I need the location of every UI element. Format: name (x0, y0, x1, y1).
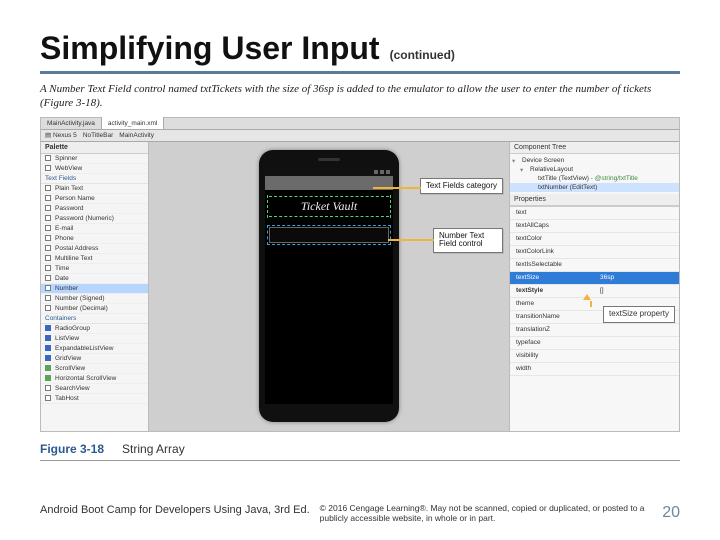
palette-item[interactable]: TabHost (41, 394, 148, 404)
right-pane: Component Tree ▾Device Screen ▾RelativeL… (509, 142, 679, 431)
theme-selector[interactable]: NoTitleBar (83, 132, 113, 139)
palette-group-text-fields[interactable]: Text Fields (41, 174, 148, 184)
palette-group-containers[interactable]: Containers (41, 314, 148, 324)
property-row[interactable]: textIsSelectable (510, 259, 679, 272)
palette-item[interactable]: GridView (41, 354, 148, 364)
property-row[interactable]: text (510, 207, 679, 220)
palette-item[interactable]: Phone (41, 234, 148, 244)
property-row[interactable]: textColor (510, 233, 679, 246)
property-row[interactable]: visibility (510, 350, 679, 363)
component-tree-title: Component Tree (510, 142, 679, 154)
footer-book-title: Android Boot Camp for Developers Using J… (40, 504, 310, 516)
callout-textsize-property: textSize property (603, 306, 675, 323)
property-row[interactable]: translationZ (510, 324, 679, 337)
status-bar (265, 168, 393, 176)
title-rule (40, 71, 680, 74)
palette-item[interactable]: Horizontal ScrollView (41, 374, 148, 384)
number-text-field[interactable] (269, 227, 389, 243)
figure-caption: A Number Text Field control named txtTic… (40, 82, 680, 111)
property-row[interactable]: textColorLink (510, 246, 679, 259)
palette-item[interactable]: Person Name (41, 194, 148, 204)
figure-number: Figure 3-18 (40, 442, 104, 456)
palette-item[interactable]: Date (41, 274, 148, 284)
palette-item[interactable]: SearchView (41, 384, 148, 394)
ide-screenshot: MainActivity.java activity_main.xml ▤ Ne… (40, 117, 680, 432)
component-tree: ▾Device Screen ▾RelativeLayout txtTitle … (510, 154, 679, 194)
slide-title: Simplifying User Input (40, 30, 380, 67)
palette-item[interactable]: Password (41, 204, 148, 214)
tree-row-selected[interactable]: txtNumber (EditText) (510, 183, 679, 192)
editor-tabs: MainActivity.java activity_main.xml (41, 118, 679, 130)
figure-name: String Array (122, 442, 185, 456)
property-row-textsize[interactable]: textSize36sp (510, 272, 679, 285)
tree-row[interactable]: ▾Device Screen (510, 156, 679, 165)
app-title-textview[interactable]: Ticket Vault (269, 196, 389, 217)
palette-item[interactable]: Password (Numeric) (41, 214, 148, 224)
palette-item[interactable]: Number (Decimal) (41, 304, 148, 314)
palette-item[interactable]: WebView (41, 164, 148, 174)
device-frame: Ticket Vault (259, 150, 399, 422)
device-selector[interactable]: ▤ Nexus 5 (45, 131, 77, 139)
palette-item-number[interactable]: Number (41, 284, 148, 294)
activity-selector[interactable]: MainActivity (119, 132, 154, 139)
palette-item[interactable]: Spinner (41, 154, 148, 164)
palette-item[interactable]: Number (Signed) (41, 294, 148, 304)
continued-label: (continued) (390, 48, 455, 62)
palette-item[interactable]: ScrollView (41, 364, 148, 374)
palette-pane: Palette Spinner WebView Text Fields Plai… (41, 142, 149, 431)
property-row[interactable]: width (510, 363, 679, 376)
palette-item[interactable]: Plain Text (41, 184, 148, 194)
palette-item[interactable]: Postal Address (41, 244, 148, 254)
property-row[interactable]: textStyle[] (510, 285, 679, 298)
palette-item[interactable]: E-mail (41, 224, 148, 234)
tree-row[interactable]: ▾RelativeLayout (510, 165, 679, 174)
property-row[interactable]: textAllCaps (510, 220, 679, 233)
tab-mainactivity[interactable]: MainActivity.java (41, 117, 102, 129)
palette-item[interactable]: ListView (41, 334, 148, 344)
properties-title: Properties (510, 194, 679, 206)
palette-item[interactable]: Multiline Text (41, 254, 148, 264)
palette-item[interactable]: ExpandableListView (41, 344, 148, 354)
callout-text-fields-category: Text Fields category (420, 178, 503, 195)
palette-item[interactable]: RadioGroup (41, 324, 148, 334)
palette-item[interactable]: Time (41, 264, 148, 274)
slide-footer: Android Boot Camp for Developers Using J… (40, 504, 680, 524)
tree-row[interactable]: txtTitle (TextView) - @string/txtTitle (510, 174, 679, 183)
property-row[interactable]: typeface (510, 337, 679, 350)
palette-title: Palette (41, 142, 148, 154)
footer-page-number: 20 (662, 504, 680, 522)
design-toolbar: ▤ Nexus 5 NoTitleBar MainActivity (41, 130, 679, 142)
figure-label: Figure 3-18 String Array (40, 442, 680, 461)
design-surface[interactable]: Ticket Vault Text Fields category Number… (149, 142, 509, 431)
footer-copyright: © 2016 Cengage Learning®. May not be sca… (320, 504, 653, 524)
tab-activity-main-xml[interactable]: activity_main.xml (102, 117, 164, 129)
callout-number-text-field: Number Text Field control (433, 228, 503, 254)
